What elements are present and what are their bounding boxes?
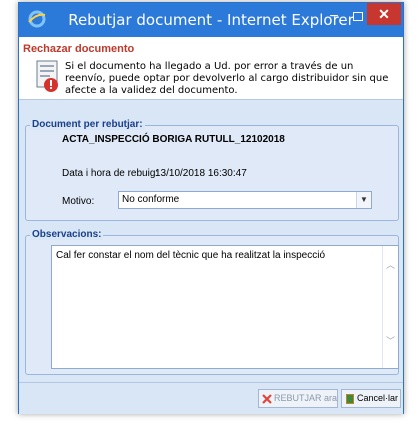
observations-textarea[interactable]: Cal fer constar el nom del tècnic que ha… bbox=[51, 245, 399, 369]
title-bar[interactable]: Rebutjar document - Internet Explorer − … bbox=[19, 3, 403, 37]
close-button[interactable]: ✕ bbox=[367, 3, 401, 25]
observations-scrollbar[interactable]: ︿ ﹀ bbox=[382, 246, 398, 368]
minimize-button[interactable]: − bbox=[323, 8, 345, 28]
reject-label: REBUTJAR ara bbox=[274, 393, 338, 403]
maximize-icon bbox=[353, 12, 363, 21]
header-title: Rechazar documento bbox=[23, 43, 135, 55]
chevron-down-icon[interactable]: ▼ bbox=[356, 192, 371, 208]
motivo-value: No conforme bbox=[122, 194, 180, 205]
document-name: ACTA_INSPECCIÓ BORIGA RUTULL_12102018 bbox=[62, 134, 285, 145]
observations-legend: Observacions: bbox=[30, 229, 104, 240]
cancel-door-icon bbox=[346, 393, 354, 404]
document-legend: Document per rebutjar: bbox=[30, 119, 145, 130]
window-title: Rebutjar document - Internet Explorer bbox=[68, 11, 354, 29]
header-area: Rechazar documento Si el documento ha ll… bbox=[19, 37, 403, 100]
scroll-down-icon[interactable]: ﹀ bbox=[383, 334, 398, 348]
reject-button[interactable]: REBUTJAR ara bbox=[258, 389, 338, 408]
received-value: 13/10/2018 16:30:47 bbox=[155, 168, 247, 179]
received-label: Data i hora de rebuig: bbox=[62, 168, 159, 179]
cancel-button[interactable]: Cancel·lar bbox=[341, 389, 401, 408]
footer-bar: REBUTJAR ara Cancel·lar bbox=[19, 382, 403, 414]
motivo-label: Motivo: bbox=[62, 196, 95, 207]
maximize-button[interactable] bbox=[347, 8, 369, 28]
motivo-select[interactable]: No conforme ▼ bbox=[118, 191, 372, 209]
cancel-label: Cancel·lar bbox=[357, 393, 399, 403]
header-message: Si el documento ha llegado a Ud. por err… bbox=[65, 61, 389, 96]
dialog-window: Rebutjar document - Internet Explorer − … bbox=[18, 2, 404, 414]
reject-x-icon bbox=[262, 393, 272, 404]
document-error-icon bbox=[36, 60, 58, 92]
observations-text: Cal fer constar el nom del tècnic que ha… bbox=[56, 250, 326, 261]
scroll-up-icon[interactable]: ︿ bbox=[383, 258, 398, 272]
